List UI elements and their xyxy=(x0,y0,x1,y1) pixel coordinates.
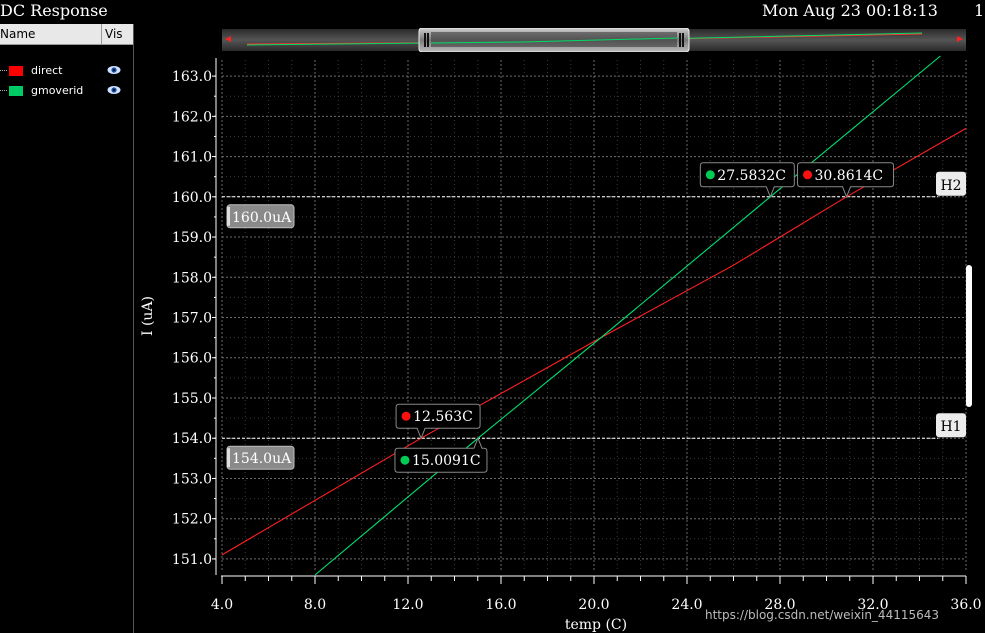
y-tick-label: 161.0 xyxy=(172,150,212,166)
h-marker-value-grip xyxy=(227,448,230,468)
y-tick-label: 158.0 xyxy=(172,270,212,286)
h-marker-value-label: 160.0uA xyxy=(232,210,292,226)
x-tick-label: 12.0 xyxy=(392,597,423,613)
crossing-label: 15.0091C xyxy=(412,453,481,469)
h-marker-value-label: 154.0uA xyxy=(232,451,292,467)
crossing-dot xyxy=(705,170,715,180)
vertical-scrollbar[interactable] xyxy=(966,265,972,407)
y-tick-label: 155.0 xyxy=(172,391,212,407)
plot-area[interactable]: 151.0 152.0 153.0 154.0 155.0 156.0 157.0 158.0… xyxy=(0,0,985,633)
y-tick-label: 159.0 xyxy=(172,230,212,246)
x-tick-label: 36.0 xyxy=(950,597,981,613)
h-marker-tag-label: H2 xyxy=(940,178,961,194)
x-tick-label: 16.0 xyxy=(485,597,516,613)
y-tick-label: 160.0 xyxy=(172,190,212,206)
crossing-label: 30.8614C xyxy=(815,168,884,184)
y-tick-label: 157.0 xyxy=(172,311,212,327)
y-tick-label: 156.0 xyxy=(172,351,212,367)
axes-layer: 151.0 152.0 153.0 154.0 155.0 156.0 157.0 158.0… xyxy=(172,58,982,613)
series-line-gmoverid xyxy=(314,55,941,576)
y-tick-label: 151.0 xyxy=(172,552,212,568)
crossing-dot xyxy=(400,455,410,465)
y-axis-label: I (uA) xyxy=(140,296,156,336)
crossing-dot xyxy=(803,170,813,180)
y-tick-label: 153.0 xyxy=(172,471,212,487)
h-marker-tag-label: H1 xyxy=(940,419,961,435)
y-tick-label: 154.0 xyxy=(172,431,212,447)
x-tick-label: 4.0 xyxy=(211,597,233,613)
y-tick-label: 163.0 xyxy=(172,69,212,85)
crossing-label: 12.563C xyxy=(413,409,473,425)
x-axis-label: temp (C) xyxy=(565,617,627,633)
watermark-text: https://blog.csdn.net/weixin_44115643 xyxy=(705,608,940,622)
x-tick-label: 24.0 xyxy=(671,597,702,613)
x-tick-label: 20.0 xyxy=(578,597,609,613)
h-marker-value-grip xyxy=(227,206,230,226)
y-tick-label: 152.0 xyxy=(172,512,212,528)
y-tick-label: 162.0 xyxy=(172,109,212,125)
x-tick-label: 8.0 xyxy=(304,597,326,613)
grid-layer xyxy=(221,60,967,571)
crossing-label: 27.5832C xyxy=(717,168,786,184)
crossing-dot xyxy=(401,411,411,421)
